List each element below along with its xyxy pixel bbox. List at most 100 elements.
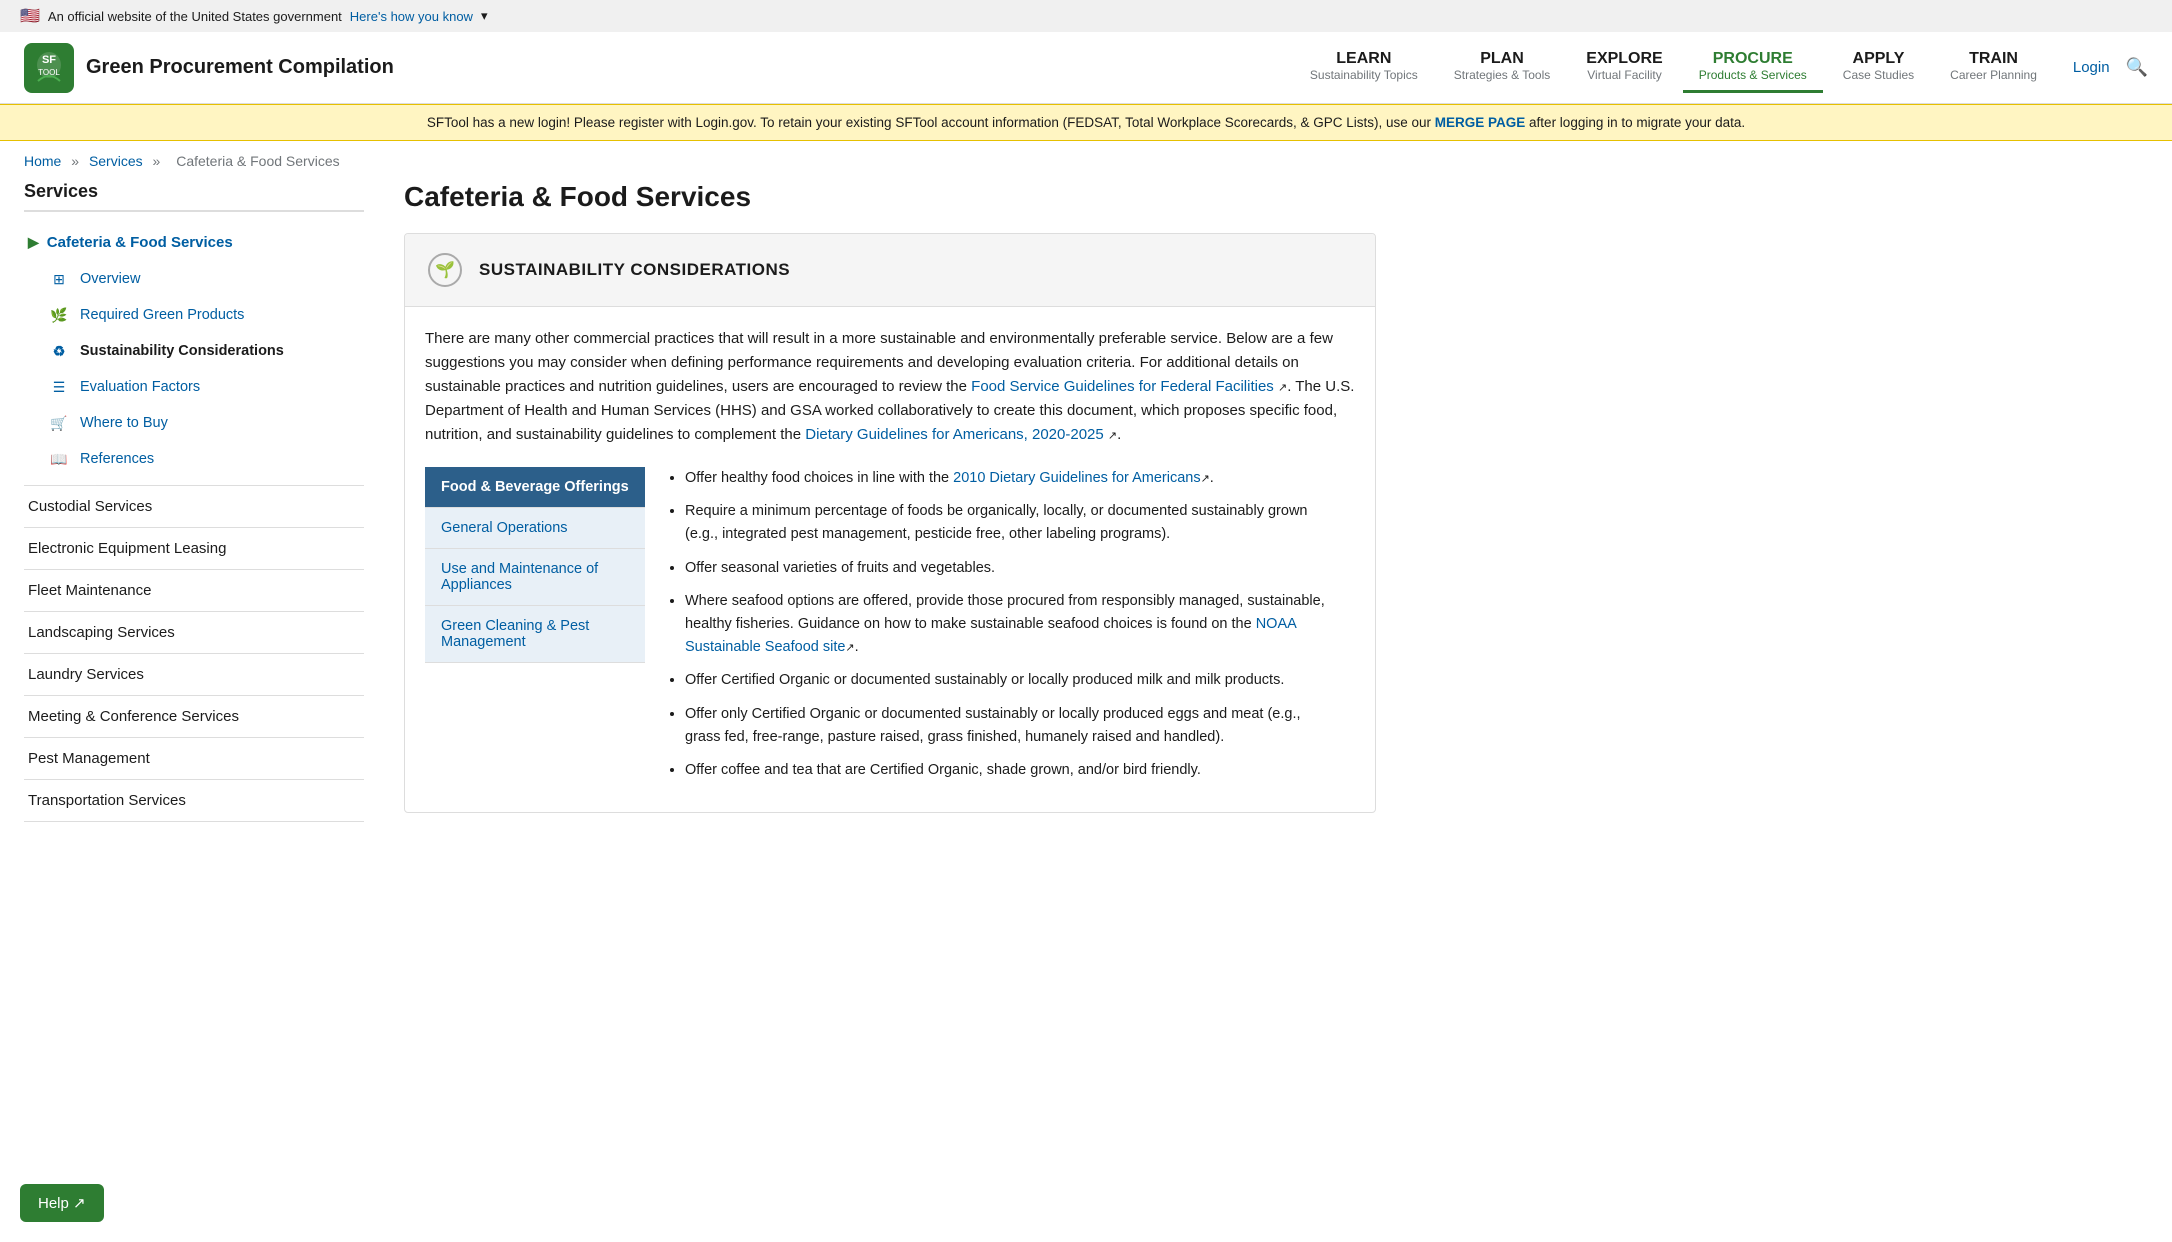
breadcrumb-sep1: »	[71, 153, 83, 169]
tabs-panel: Food & Beverage Offerings General Operat…	[425, 467, 645, 792]
sustainability-intro: There are many other commercial practice…	[425, 327, 1355, 447]
dietary-guidelines-link[interactable]: Dietary Guidelines for Americans, 2020-2…	[805, 426, 1104, 443]
alert-banner: SFTool has a new login! Please register …	[0, 104, 2172, 141]
cart-icon: 🛒	[48, 412, 70, 434]
sidebar-title: Services	[24, 181, 364, 212]
bullet-text-4b: .	[855, 639, 859, 655]
tab-food-beverage[interactable]: Food & Beverage Offerings	[425, 467, 645, 508]
list-item: Offer only Certified Organic or document…	[685, 703, 1335, 749]
list-item: Offer seasonal varieties of fruits and v…	[685, 557, 1335, 580]
login-link[interactable]: Login	[2073, 59, 2110, 76]
content-area: Cafeteria & Food Services 🌱 SUSTAINABILI…	[404, 181, 1376, 822]
gov-banner-text: An official website of the United States…	[48, 9, 342, 24]
chevron-down-icon: ▾	[481, 8, 488, 24]
breadcrumb-home[interactable]: Home	[24, 153, 61, 169]
sidebar-sub-eval-label: Evaluation Factors	[80, 379, 200, 395]
sidebar-sub-items: ⊞ Overview 🌿 Required Green Products ♻ S…	[24, 261, 364, 485]
bullet-content: Offer healthy food choices in line with …	[645, 467, 1355, 792]
sidebar-sub-buy-label: Where to Buy	[80, 415, 168, 431]
bullet-list: Offer healthy food choices in line with …	[665, 467, 1335, 782]
sustainability-icon: 🌱	[425, 250, 465, 290]
svg-text:SF: SF	[42, 54, 56, 66]
external-link-icon-1: ↗	[1278, 382, 1287, 394]
svg-text:🌱: 🌱	[435, 261, 455, 279]
alert-text-before: SFTool has a new login! Please register …	[427, 115, 1435, 130]
list-item: Where seafood options are offered, provi…	[685, 590, 1335, 660]
site-header: SF TOOL Green Procurement Compilation LE…	[0, 32, 2172, 104]
nav-learn[interactable]: LEARN Sustainability Topics	[1294, 42, 1434, 93]
site-logo: SF TOOL Green Procurement Compilation	[24, 43, 394, 93]
gov-banner-link[interactable]: Here's how you know	[350, 9, 473, 24]
tab-use-maintenance[interactable]: Use and Maintenance of Appliances	[425, 549, 645, 606]
breadcrumb: Home » Services » Cafeteria & Food Servi…	[0, 141, 2172, 181]
page-title: Cafeteria & Food Services	[404, 181, 1376, 213]
tabs-content-layout: Food & Beverage Offerings General Operat…	[425, 467, 1355, 792]
sidebar-sub-green-label: Required Green Products	[80, 307, 244, 323]
list-item: Offer healthy food choices in line with …	[685, 467, 1335, 490]
nav-explore[interactable]: EXPLORE Virtual Facility	[1570, 42, 1678, 93]
search-icon[interactable]: 🔍	[2126, 57, 2148, 78]
nav-train[interactable]: TRAIN Career Planning	[1934, 42, 2053, 93]
sustainability-heading: SUSTAINABILITY CONSIDERATIONS	[479, 260, 790, 280]
gov-banner: 🇺🇸 An official website of the United Sta…	[0, 0, 2172, 32]
dietary-2010-link[interactable]: 2010 Dietary Guidelines for Americans	[953, 470, 1200, 486]
sidebar-item-laundry[interactable]: Laundry Services	[24, 654, 364, 696]
sidebar-sub-references[interactable]: 📖 References	[44, 441, 364, 477]
main-nav: LEARN Sustainability Topics PLAN Strateg…	[1294, 42, 2148, 93]
intro-text-3: .	[1117, 426, 1121, 443]
bullet-text-1b: .	[1210, 470, 1214, 486]
sidebar-sub-sustainability[interactable]: ♻ Sustainability Considerations	[44, 333, 364, 369]
sidebar-sub-overview-label: Overview	[80, 271, 140, 287]
sidebar-sub-green-products[interactable]: 🌿 Required Green Products	[44, 297, 364, 333]
sidebar-item-electronic[interactable]: Electronic Equipment Leasing	[24, 528, 364, 570]
list-icon: ☰	[48, 376, 70, 398]
sustainability-card: 🌱 SUSTAINABILITY CONSIDERATIONS There ar…	[404, 233, 1376, 813]
site-title: Green Procurement Compilation	[86, 56, 394, 79]
help-button[interactable]: Help ↗	[20, 1184, 104, 1222]
external-icon-bullet1: ↗	[1201, 473, 1210, 485]
bullet-text-4a: Where seafood options are offered, provi…	[685, 593, 1325, 632]
tab-green-cleaning[interactable]: Green Cleaning & Pest Management	[425, 606, 645, 663]
recycle-icon: ♻	[48, 340, 70, 362]
external-link-icon-2: ↗	[1108, 430, 1117, 442]
list-item: Offer coffee and tea that are Certified …	[685, 759, 1335, 782]
sidebar-item-cafeteria[interactable]: ▶ Cafeteria & Food Services	[24, 224, 364, 261]
grid-icon: ⊞	[48, 268, 70, 290]
book-icon: 📖	[48, 448, 70, 470]
nav-procure[interactable]: PROCURE Products & Services	[1683, 42, 1823, 93]
breadcrumb-current: Cafeteria & Food Services	[176, 153, 339, 169]
sidebar-item-cafeteria-label: Cafeteria & Food Services	[47, 234, 233, 251]
sidebar-item-custodial[interactable]: Custodial Services	[24, 486, 364, 528]
list-item: Offer Certified Organic or documented su…	[685, 669, 1335, 692]
sidebar-item-meeting[interactable]: Meeting & Conference Services	[24, 696, 364, 738]
breadcrumb-services[interactable]: Services	[89, 153, 143, 169]
sidebar-sub-where-to-buy[interactable]: 🛒 Where to Buy	[44, 405, 364, 441]
sidebar-sub-evaluation[interactable]: ☰ Evaluation Factors	[44, 369, 364, 405]
sidebar-sub-sustain-label: Sustainability Considerations	[80, 343, 284, 359]
bullet-text-1a: Offer healthy food choices in line with …	[685, 470, 953, 486]
leaf-icon: 🌿	[48, 304, 70, 326]
merge-page-link[interactable]: MERGE PAGE	[1435, 115, 1526, 130]
breadcrumb-sep2: »	[153, 153, 165, 169]
sidebar-item-landscaping[interactable]: Landscaping Services	[24, 612, 364, 654]
sidebar-section-cafeteria: ▶ Cafeteria & Food Services ⊞ Overview 🌿…	[24, 224, 364, 486]
sidebar-sub-refs-label: References	[80, 451, 154, 467]
sidebar-item-fleet[interactable]: Fleet Maintenance	[24, 570, 364, 612]
nav-plan[interactable]: PLAN Strategies & Tools	[1438, 42, 1567, 93]
external-icon-bullet4: ↗	[845, 642, 854, 654]
arrow-right-icon: ▶	[28, 234, 39, 251]
sftool-logo-icon: SF TOOL	[24, 43, 74, 93]
sustainability-card-header: 🌱 SUSTAINABILITY CONSIDERATIONS	[405, 234, 1375, 307]
sidebar-item-transportation[interactable]: Transportation Services	[24, 780, 364, 822]
alert-text-after: after logging in to migrate your data.	[1525, 115, 1745, 130]
tab-general-ops[interactable]: General Operations	[425, 508, 645, 549]
sidebar-sub-overview[interactable]: ⊞ Overview	[44, 261, 364, 297]
nav-apply[interactable]: APPLY Case Studies	[1827, 42, 1930, 93]
sustainability-body: There are many other commercial practice…	[405, 307, 1375, 812]
sidebar: Services ▶ Cafeteria & Food Services ⊞ O…	[24, 181, 364, 822]
sidebar-item-pest[interactable]: Pest Management	[24, 738, 364, 780]
main-layout: Services ▶ Cafeteria & Food Services ⊞ O…	[0, 181, 1400, 862]
list-item: Require a minimum percentage of foods be…	[685, 500, 1335, 546]
flag-icon: 🇺🇸	[20, 6, 40, 26]
food-guidelines-link[interactable]: Food Service Guidelines for Federal Faci…	[971, 378, 1274, 395]
